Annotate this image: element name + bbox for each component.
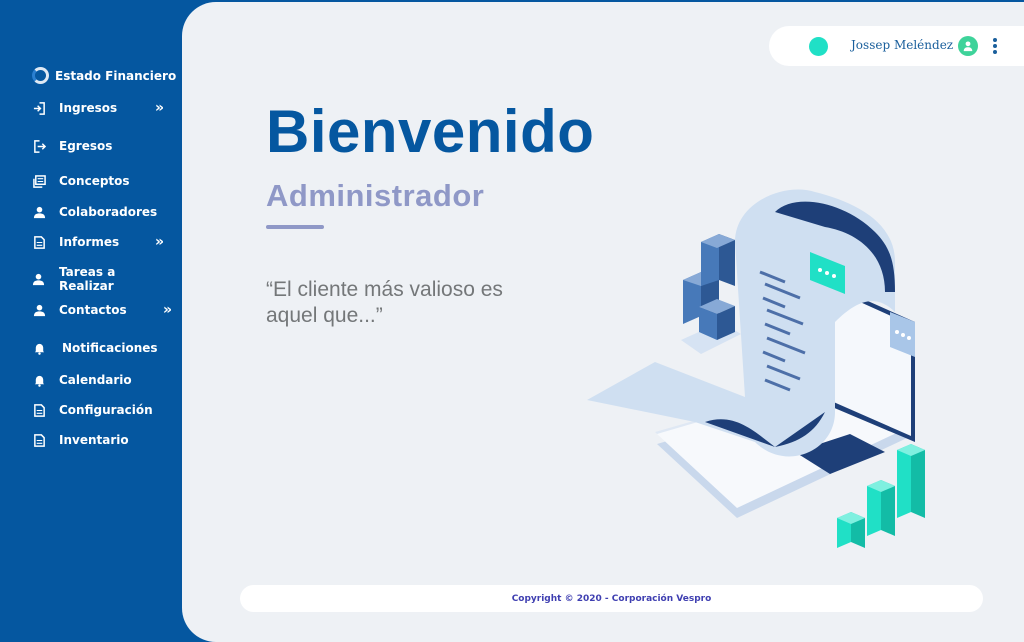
bell-icon	[32, 341, 46, 355]
sidebar-item-label: Tareas a Realizar	[58, 265, 116, 293]
footer: Copyright © 2020 - Corporación Vespro	[240, 585, 983, 612]
sidebar-item-calendario[interactable]: Calendario	[32, 368, 174, 392]
sidebar-item-label: Conceptos	[59, 174, 130, 188]
user-bar: Jossep Meléndez	[769, 26, 1024, 66]
sidebar-item-label: Informes	[59, 235, 120, 249]
sidebar-brand-label: Estado Financiero	[55, 68, 177, 83]
sidebar-item-tareas[interactable]: Tareas a Realizar	[32, 265, 174, 293]
chevron-double-right-icon: »	[154, 100, 164, 116]
sidebar-item-colaboradores[interactable]: Colaboradores	[32, 200, 174, 224]
sidebar-item-conceptos[interactable]: Conceptos	[32, 169, 174, 193]
sidebar-item-label: Contactos	[59, 303, 127, 317]
bell-icon	[32, 373, 46, 387]
sidebar-item-configuracion[interactable]: Configuración	[32, 398, 174, 422]
sidebar-item-label: Inventario	[59, 433, 129, 447]
sidebar-item-label: Configuración	[59, 403, 153, 417]
chevron-double-right-icon: »	[154, 234, 164, 250]
sidebar-item-label: Ingresos	[59, 101, 118, 115]
sidebar-item-informes[interactable]: Informes »	[32, 230, 174, 254]
sidebar-brand[interactable]: Estado Financiero	[32, 67, 176, 84]
document-icon	[32, 433, 46, 447]
sign-out-icon	[32, 139, 46, 153]
sidebar-item-ingresos[interactable]: Ingresos »	[32, 96, 174, 120]
sidebar-item-label: Notificaciones	[62, 341, 158, 355]
sidebar-item-label: Egresos	[59, 139, 113, 153]
document-icon	[32, 403, 46, 417]
sidebar-item-inventario[interactable]: Inventario	[32, 428, 174, 452]
chevron-double-right-icon: »	[162, 302, 172, 318]
main-content: Jossep Meléndez Bienvenido Administrador…	[182, 2, 1024, 642]
sidebar-item-egresos[interactable]: Egresos	[32, 134, 174, 158]
list-icon	[32, 174, 46, 188]
welcome-quote: “El cliente más valioso es aquel que...”	[266, 278, 503, 327]
status-indicator	[809, 37, 828, 56]
page-subtitle: Administrador	[266, 178, 485, 213]
user-name[interactable]: Jossep Meléndez	[851, 38, 953, 52]
sidebar: Estado Financiero Ingresos » Egresos Con…	[0, 0, 184, 642]
document-icon	[32, 235, 46, 249]
title-underline	[266, 225, 324, 229]
spinner-icon	[32, 67, 49, 84]
user-avatar-icon[interactable]	[958, 36, 978, 56]
laptop-report-illustration	[587, 189, 925, 548]
sidebar-item-label: Calendario	[59, 373, 132, 387]
sign-in-icon	[32, 101, 46, 115]
user-icon	[32, 272, 46, 286]
user-icon	[32, 303, 46, 317]
kebab-menu-icon[interactable]	[991, 36, 999, 56]
sidebar-item-contactos[interactable]: Contactos »	[32, 298, 174, 322]
user-icon	[32, 205, 46, 219]
sidebar-item-notificaciones[interactable]: Notificaciones	[32, 336, 174, 360]
sidebar-item-label: Colaboradores	[59, 205, 158, 219]
page-title: Bienvenido	[266, 98, 595, 165]
